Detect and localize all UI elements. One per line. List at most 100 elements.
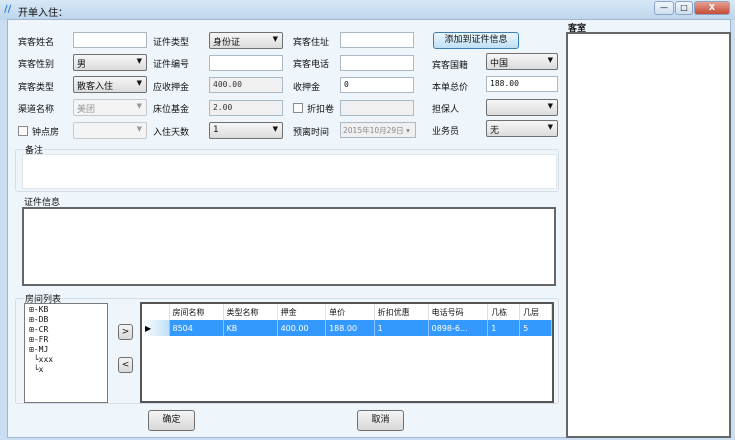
channel-label: 渠道名称 <box>18 105 55 115</box>
deposit-label: 收押金 <box>293 83 321 93</box>
chevron-down-icon: ▼ <box>136 57 142 65</box>
phone-label: 宾客电话 <box>293 60 330 70</box>
chevron-down-icon: ▼ <box>136 125 142 133</box>
guest-room-list[interactable] <box>566 32 731 438</box>
hourly-room-checkbox[interactable] <box>18 126 28 136</box>
salesperson-select[interactable]: 无 ▼ <box>486 120 558 137</box>
add-to-id-info-button[interactable]: 添加到证件信息 <box>433 32 519 49</box>
address-label: 宾客住址 <box>293 38 330 48</box>
id-type-select[interactable]: 身份证 ▼ <box>209 32 283 49</box>
days-select[interactable]: 1 ▼ <box>209 122 283 139</box>
room-type-tree[interactable]: ⊞-KB ⊞-DB ⊞-CR ⊞-FR ⊞-MJ └xxx └x <box>24 303 108 403</box>
cell[interactable]: 0898-6... <box>428 320 489 336</box>
room-grid[interactable]: 房间名称 类型名称 押金 单价 折扣优惠 电话号码 几栋 几层 ▶ 8504 K… <box>140 302 554 403</box>
chevron-down-icon: ▼ <box>272 125 278 133</box>
remove-room-button[interactable]: < <box>118 357 133 373</box>
bed-fee-field: 2.00 <box>209 100 283 116</box>
close-button[interactable]: X <box>694 1 730 15</box>
days-label: 入住天数 <box>153 128 190 138</box>
coupon-checkbox[interactable] <box>293 103 303 113</box>
grid-header-row: 房间名称 类型名称 押金 单价 折扣优惠 电话号码 几栋 几层 <box>142 304 552 320</box>
salesperson-value: 无 <box>490 126 500 136</box>
remarks-textarea[interactable] <box>22 154 557 189</box>
departure-label: 预离时间 <box>293 128 330 138</box>
tree-leaf[interactable]: └xxx <box>29 355 103 365</box>
tree-node[interactable]: ⊞-MJ <box>29 345 103 355</box>
hourly-room-select[interactable]: ▼ <box>73 122 147 139</box>
channel-value: 美团 <box>77 105 96 115</box>
column-header[interactable]: 押金 <box>277 304 327 320</box>
cell[interactable]: 1 <box>374 320 429 336</box>
days-value: 1 <box>213 125 219 135</box>
deposit-due-label: 应收押金 <box>153 83 190 93</box>
id-type-value: 身份证 <box>213 38 241 48</box>
tree-leaf[interactable]: └x <box>29 365 103 375</box>
chevron-down-icon: ▼ <box>272 35 278 43</box>
cell[interactable]: 8504 <box>169 320 224 336</box>
gender-value: 男 <box>77 60 87 70</box>
total-field: 188.00 <box>486 76 558 92</box>
cell[interactable]: 5 <box>519 320 552 336</box>
chevron-down-icon: ▼ <box>547 56 553 64</box>
guest-name-label: 宾客姓名 <box>18 38 55 48</box>
title-bar: ∕∕ 开单入住： — □ X <box>0 0 735 20</box>
guest-name-input[interactable] <box>73 32 147 48</box>
row-selector-icon[interactable]: ▶ <box>142 320 170 336</box>
deposit-input[interactable]: 0 <box>340 77 414 93</box>
nationality-select[interactable]: 中国 ▼ <box>486 53 558 70</box>
channel-select[interactable]: 美团 ▼ <box>73 99 147 116</box>
guest-type-select[interactable]: 散客入住 ▼ <box>73 76 147 93</box>
bed-fee-label: 床位基金 <box>153 105 190 115</box>
ok-button[interactable]: 确定 <box>148 410 195 431</box>
tree-node[interactable]: ⊞-CR <box>29 325 103 335</box>
id-number-label: 证件编号 <box>153 60 190 70</box>
hourly-room-label: 钟点房 <box>32 128 60 138</box>
row-header-corner <box>142 304 170 320</box>
column-header[interactable]: 折扣优惠 <box>374 304 429 320</box>
salesperson-label: 业务员 <box>432 127 460 137</box>
minimize-button[interactable]: — <box>654 1 674 15</box>
id-type-label: 证件类型 <box>153 38 190 48</box>
guest-type-value: 散客入住 <box>77 82 114 92</box>
id-info-box[interactable] <box>22 207 556 286</box>
gender-label: 宾客性别 <box>18 60 55 70</box>
address-input[interactable] <box>340 32 414 48</box>
column-header[interactable]: 类型名称 <box>223 304 278 320</box>
window-title: 开单入住： <box>18 8 68 19</box>
add-room-button[interactable]: > <box>118 324 133 340</box>
id-number-input[interactable] <box>209 55 283 71</box>
phone-input[interactable] <box>340 55 414 71</box>
chevron-down-icon: ▾ <box>406 126 410 135</box>
column-header[interactable]: 几层 <box>519 304 552 320</box>
tree-node[interactable]: ⊞-FR <box>29 335 103 345</box>
guarantor-select[interactable]: ▼ <box>486 99 558 116</box>
nationality-label: 宾客国籍 <box>432 61 469 71</box>
gender-select[interactable]: 男 ▼ <box>73 54 147 71</box>
chevron-down-icon: ▼ <box>136 102 142 110</box>
app-icon: ∕∕ <box>4 4 12 15</box>
tree-node-label: MJ <box>38 345 49 354</box>
chevron-down-icon: ▼ <box>547 102 553 110</box>
tree-node-label: KB <box>38 305 49 314</box>
departure-date-picker[interactable]: 2015年10月29日 ▾ <box>340 122 416 138</box>
departure-value: 2015年10月29日 <box>343 126 404 135</box>
cell[interactable]: 400.00 <box>277 320 327 336</box>
table-row[interactable]: ▶ 8504 KB 400.00 188.00 1 0898-6... 1 5 <box>142 320 552 336</box>
nationality-value: 中国 <box>490 59 509 69</box>
guest-type-label: 宾客类型 <box>18 83 55 93</box>
cell[interactable]: 188.00 <box>325 320 375 336</box>
column-header[interactable]: 几栋 <box>487 304 521 320</box>
tree-node[interactable]: ⊞-DB <box>29 315 103 325</box>
guarantor-label: 担保人 <box>432 105 460 115</box>
tree-leaf-label: xxx <box>38 355 54 364</box>
cell[interactable]: 1 <box>487 320 521 336</box>
coupon-input[interactable] <box>340 100 414 116</box>
column-header[interactable]: 单价 <box>325 304 375 320</box>
cancel-button[interactable]: 取消 <box>357 410 404 431</box>
maximize-button[interactable]: □ <box>675 1 693 15</box>
cell[interactable]: KB <box>223 320 278 336</box>
column-header[interactable]: 电话号码 <box>428 304 489 320</box>
tree-node-label: FR <box>38 335 49 344</box>
column-header[interactable]: 房间名称 <box>169 304 224 320</box>
tree-node[interactable]: ⊞-KB <box>29 305 103 315</box>
